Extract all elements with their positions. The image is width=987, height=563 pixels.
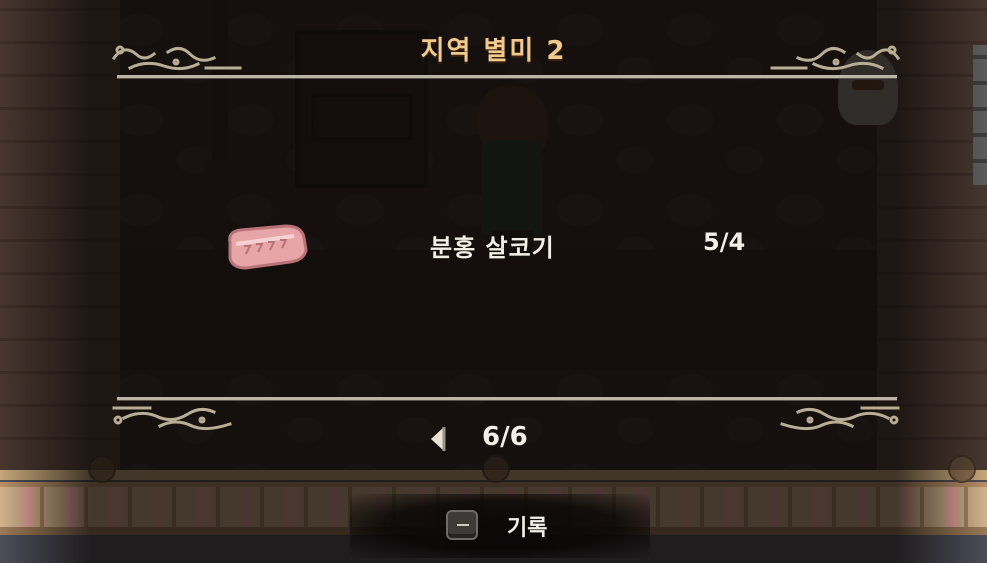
- keyboard-key-icon[interactable]: [446, 510, 478, 540]
- page-indicator: 6/6: [0, 418, 987, 458]
- record-hint-label[interactable]: 기록: [507, 510, 547, 542]
- divider-top: [117, 75, 897, 78]
- page-number: 6/6: [482, 422, 528, 452]
- item-name: 분홍 살코기: [430, 234, 555, 262]
- ornament-flourish-left: [110, 40, 250, 74]
- pink-meat-icon: [224, 222, 308, 274]
- list-item[interactable]: 분홍 살코기 5/4: [0, 218, 987, 270]
- hint-bar: [350, 494, 650, 558]
- collection-panel: 지역 별미 2 분홍 살코기 5/4 6/6 기록: [0, 0, 987, 563]
- divider-bottom: [117, 397, 897, 400]
- arrow-left-icon[interactable]: [428, 425, 448, 457]
- ornament-flourish-right: [762, 40, 902, 74]
- item-count: 5/4: [703, 228, 746, 256]
